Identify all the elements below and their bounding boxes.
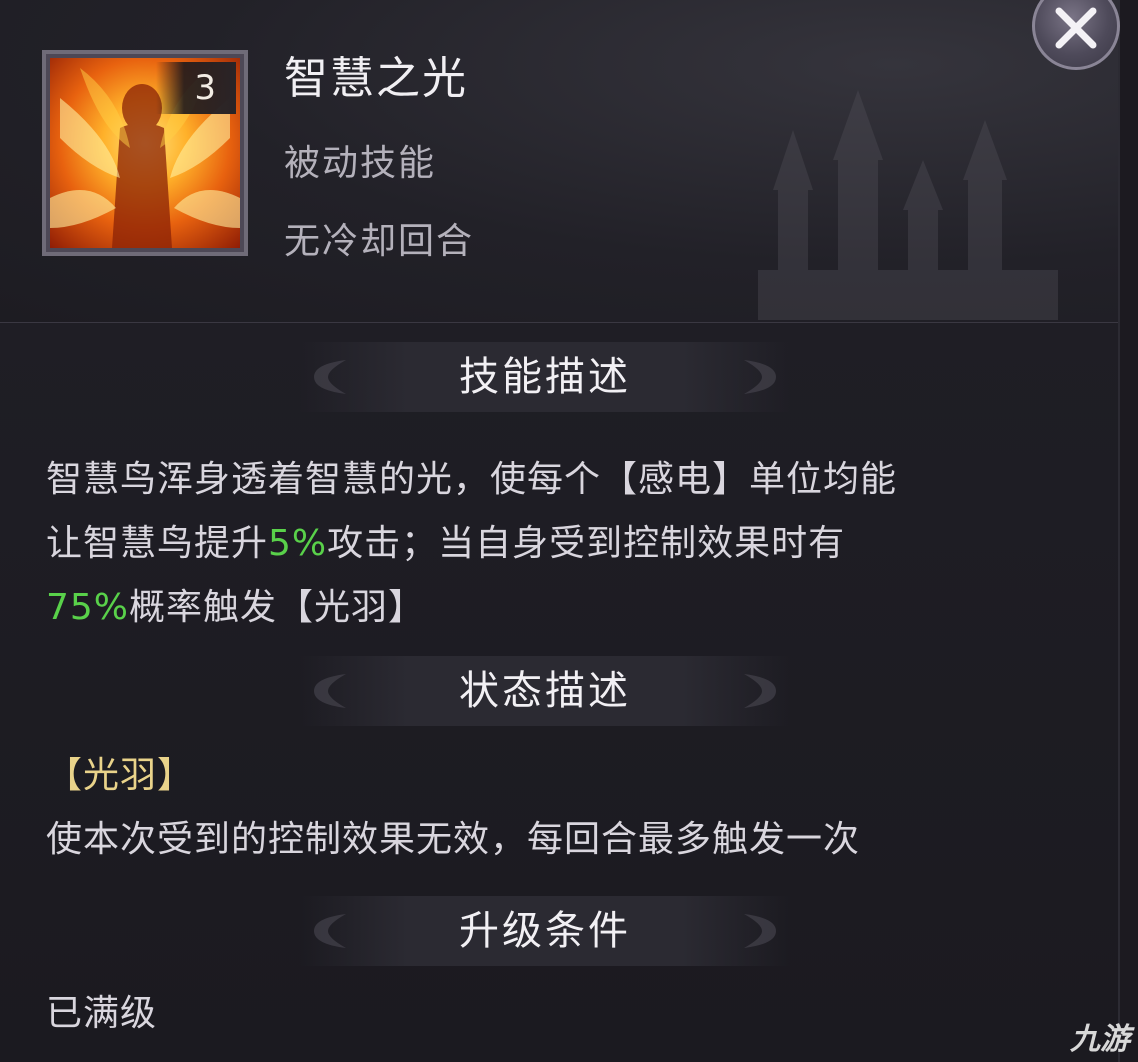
status-description: 【光羽】 使本次受到的控制效果无效，每回合最多触发一次 [46,744,1046,872]
status-text: 使本次受到的控制效果无效，每回合最多触发一次 [46,819,861,860]
skill-detail-panel: 3 智慧之光 被动技能 无冷却回合 技能描述 智慧鸟浑身透着智慧的光，使每个【感… [0,0,1120,1062]
ornament-right-icon [744,914,776,948]
skill-type: 被动技能 [284,143,437,184]
description-line-1: 智慧鸟浑身透着智慧的光，使每个【感电】单位均能 [46,459,898,500]
section-header-status: 状态描述 [300,656,790,726]
skill-level-badge: 3 [156,62,236,114]
skill-description: 智慧鸟浑身透着智慧的光，使每个【感电】单位均能 让智慧鸟提升5%攻击；当自身受到… [46,448,1046,640]
description-text: 攻击；当自身受到控制效果时有 [327,523,846,564]
section-title: 技能描述 [459,354,631,400]
section-header-description: 技能描述 [300,342,790,412]
description-text: 概率触发【光羽】 [129,587,426,628]
section-header-upgrade: 升级条件 [300,896,790,966]
trigger-chance-value: 75% [46,587,130,628]
ornament-right-icon [744,360,776,394]
skill-name: 智慧之光 [284,53,468,104]
close-icon [1055,7,1097,49]
ornament-left-icon [314,360,346,394]
castle-silhouette [758,90,1058,320]
description-line-3: 75%概率触发【光羽】 [46,576,1046,640]
skill-icon-frame: 3 [42,50,248,256]
description-text: 让智慧鸟提升 [46,523,269,564]
skill-cooldown: 无冷却回合 [284,221,475,262]
section-title: 升级条件 [459,908,631,954]
description-line-2: 让智慧鸟提升5%攻击；当自身受到控制效果时有 [46,512,1046,576]
upgrade-condition: 已满级 [46,993,158,1034]
attack-bonus-value: 5% [268,523,328,564]
ornament-left-icon [314,674,346,708]
ornament-right-icon [744,674,776,708]
status-name: 【光羽】 [46,755,195,796]
ornament-left-icon [314,914,346,948]
watermark-logo: 九游 [1070,1022,1130,1057]
phoenix-skill-icon: 3 [50,58,240,248]
section-title: 状态描述 [459,668,631,714]
